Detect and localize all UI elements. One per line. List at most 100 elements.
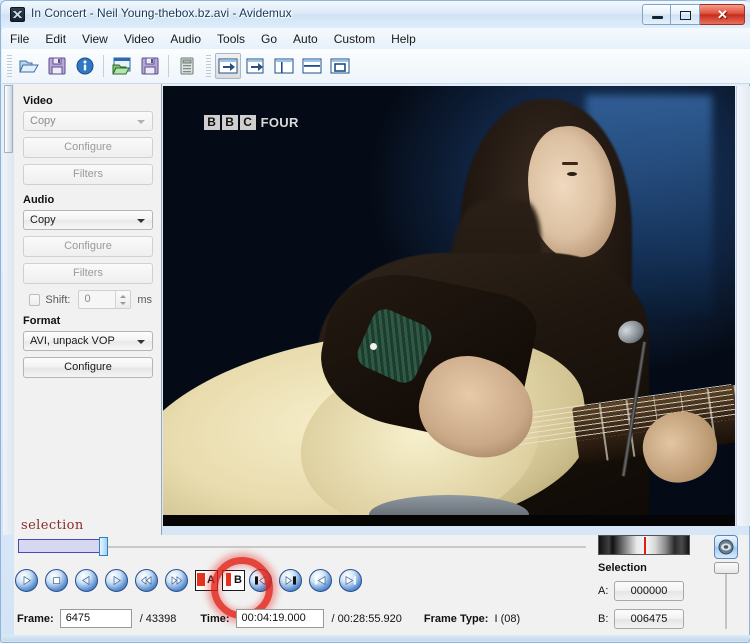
video-preview[interactable]: B B C FOUR <box>163 86 735 526</box>
audio-configure-button[interactable]: Configure <box>23 236 153 257</box>
goto-end-button[interactable] <box>339 569 362 592</box>
goto-marker-a-icon[interactable] <box>215 53 241 79</box>
single-view-icon[interactable] <box>327 53 353 79</box>
play-button[interactable] <box>15 569 38 592</box>
video-configure-button[interactable]: Configure <box>23 137 153 158</box>
avidemux-window: In Concert - Neil Young-thebox.bz.avi - … <box>0 0 750 643</box>
selection-b-button[interactable]: 006475 <box>614 609 684 629</box>
menu-custom[interactable]: Custom <box>326 30 383 48</box>
spinner-buttons[interactable] <box>115 291 131 308</box>
chevron-down-icon <box>137 219 145 223</box>
video-section-heading: Video <box>23 95 53 107</box>
marker-b-label: B <box>234 574 242 586</box>
video-frame-image: B B C FOUR <box>163 86 735 526</box>
audio-shift-checkbox[interactable] <box>29 293 41 306</box>
audio-shift-row: Shift: 0 ms <box>29 290 152 309</box>
time-label: Time: <box>200 612 230 625</box>
status-bar <box>2 635 750 641</box>
bbc-four-word: FOUR <box>260 115 299 131</box>
stop-button[interactable] <box>45 569 68 592</box>
menu-go[interactable]: Go <box>253 30 285 48</box>
menu-video[interactable]: Video <box>116 30 162 48</box>
selection-a-button[interactable]: 000000 <box>614 581 684 601</box>
video-codec-select[interactable]: Copy <box>23 111 153 131</box>
prev-keyframe-button[interactable] <box>135 569 158 592</box>
menu-tools[interactable]: Tools <box>209 30 253 48</box>
video-filters-button[interactable]: Filters <box>23 164 153 185</box>
selection-b-row: B: 006475 <box>598 609 684 629</box>
chevron-down-icon <box>137 120 145 124</box>
goto-next-black-frame-button[interactable] <box>279 569 302 592</box>
frame-label: Frame: <box>17 612 54 625</box>
goto-prev-black-frame-button[interactable] <box>249 569 272 592</box>
audio-codec-select[interactable]: Copy <box>23 210 153 230</box>
audio-codec-value: Copy <box>30 214 56 226</box>
frame-navigation-bar[interactable] <box>598 535 690 555</box>
toolbar <box>2 49 750 84</box>
timeline-selection-range[interactable] <box>18 539 108 553</box>
navigation-position-marker <box>644 537 646 555</box>
window-title: In Concert - Neil Young-thebox.bz.avi - … <box>31 6 292 20</box>
selection-heading: Selection <box>598 562 647 574</box>
audio-shift-input[interactable]: 0 <box>78 290 132 309</box>
close-button[interactable]: ✕ <box>700 4 745 25</box>
chevron-down-icon <box>120 302 127 305</box>
minimize-button[interactable] <box>642 4 671 25</box>
minimize-icon <box>652 16 663 19</box>
toolbar-separator <box>168 55 169 77</box>
step-forward-button[interactable] <box>105 569 128 592</box>
volume-slider-knob[interactable] <box>714 562 739 574</box>
selection-b-label: B: <box>598 613 609 625</box>
toolbar-grip[interactable] <box>7 55 12 77</box>
frame-type-label: Frame Type: <box>423 612 489 625</box>
toolbar-grip-2[interactable] <box>206 55 211 77</box>
menu-bar: File Edit View Video Audio Tools Go Auto… <box>2 28 750 50</box>
open-file-icon[interactable] <box>16 53 42 79</box>
transport-controls: A B <box>15 569 369 592</box>
selection-caption: selection <box>21 518 84 533</box>
frame-total: / 43398 <box>139 612 177 625</box>
video-subject-eye <box>566 171 577 176</box>
format-configure-button[interactable]: Configure <box>23 357 153 378</box>
sidebar: Video Copy Configure Filters Audio Copy … <box>14 84 162 535</box>
sidebar-scrollbar-thumb[interactable] <box>4 85 13 153</box>
bbc-block-3: C <box>239 115 256 131</box>
audio-shift-value: 0 <box>84 293 91 305</box>
menu-help[interactable]: Help <box>383 30 424 48</box>
menu-file[interactable]: File <box>2 30 37 48</box>
marker-a-label: A <box>207 574 215 586</box>
open-video-icon[interactable] <box>109 53 135 79</box>
split-vertical-icon[interactable] <box>271 53 297 79</box>
menu-view[interactable]: View <box>74 30 116 48</box>
set-marker-a-button[interactable]: A <box>195 570 218 591</box>
save-video-icon[interactable] <box>137 53 163 79</box>
title-bar: In Concert - Neil Young-thebox.bz.avi - … <box>1 1 750 29</box>
goto-marker-b-icon[interactable] <box>243 53 269 79</box>
bbc-block-2: B <box>221 115 238 131</box>
time-input[interactable]: 00:04:19.000 <box>235 609 324 628</box>
split-horizontal-icon[interactable] <box>299 53 325 79</box>
info-icon[interactable] <box>72 53 98 79</box>
selection-a-row: A: 000000 <box>598 581 684 601</box>
step-back-button[interactable] <box>75 569 98 592</box>
volume-slider-track[interactable] <box>725 567 727 629</box>
menu-edit[interactable]: Edit <box>37 30 74 48</box>
timeline-playhead[interactable] <box>99 537 108 556</box>
menu-audio[interactable]: Audio <box>162 30 209 48</box>
set-marker-b-button[interactable]: B <box>222 570 245 591</box>
format-container-select[interactable]: AVI, unpack VOP <box>23 331 153 351</box>
next-keyframe-button[interactable] <box>165 569 188 592</box>
goto-start-button[interactable] <box>309 569 332 592</box>
maximize-button[interactable] <box>671 4 700 25</box>
status-fields: Frame: 6475 / 43398 Time: 00:04:19.000 /… <box>17 609 520 628</box>
frame-input[interactable]: 6475 <box>59 609 132 628</box>
audio-section-heading: Audio <box>23 194 55 206</box>
save-file-icon[interactable] <box>44 53 70 79</box>
bbc-block-1: B <box>203 115 220 131</box>
audio-filters-button[interactable]: Filters <box>23 263 153 284</box>
calculator-icon[interactable] <box>174 53 200 79</box>
selection-a-label: A: <box>598 585 609 597</box>
volume-button[interactable] <box>714 535 738 559</box>
menu-auto[interactable]: Auto <box>285 30 326 48</box>
video-scrollbar[interactable] <box>736 86 750 526</box>
